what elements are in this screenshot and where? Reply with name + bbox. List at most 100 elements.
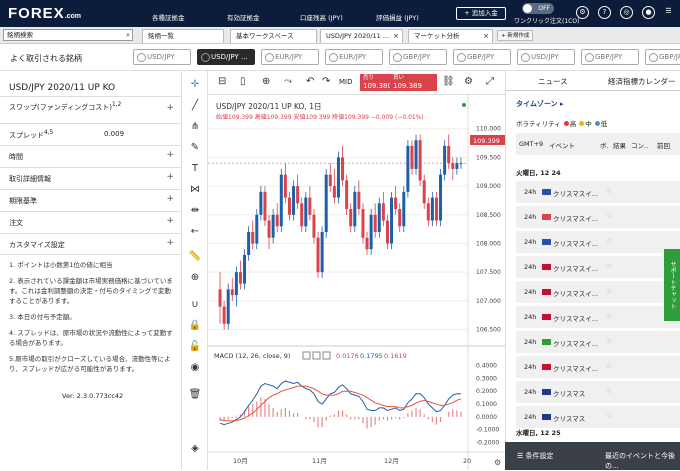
column-header[interactable]: ボ. bbox=[600, 140, 609, 150]
event-row[interactable]: 24h クリスマスイ... ☆ bbox=[516, 331, 680, 353]
close-icon[interactable]: × bbox=[483, 30, 489, 43]
section-orders[interactable]: 注文 + bbox=[0, 211, 182, 233]
star-icon[interactable]: ☆ bbox=[606, 262, 612, 270]
add-funds-button[interactable]: + 追加入金 bbox=[456, 7, 506, 20]
event-row[interactable]: 24h クリスマス ☆ bbox=[516, 381, 680, 403]
section-label: カスタマイズ設定 bbox=[9, 241, 65, 249]
tab-economic-calendar[interactable]: 経済指標カレンダー bbox=[608, 76, 676, 87]
section-expiry[interactable]: 期限基準 + bbox=[0, 189, 182, 211]
pair-button[interactable]: USD/JPY bbox=[517, 49, 575, 65]
pair-button[interactable]: EUR/JPY bbox=[325, 49, 383, 65]
event-row[interactable]: 24h クリスマスイ... ☆ bbox=[516, 356, 680, 378]
support-chat-tab[interactable]: サポートチャット bbox=[664, 249, 680, 321]
crosshair-icon[interactable]: ✛ bbox=[187, 77, 203, 93]
column-header[interactable]: 結果 bbox=[613, 140, 626, 150]
star-icon[interactable]: ☆ bbox=[606, 412, 612, 420]
column-header[interactable]: 前回 bbox=[657, 140, 670, 150]
star-icon[interactable]: ☆ bbox=[606, 362, 612, 370]
magnet-icon[interactable]: ∪ bbox=[187, 297, 203, 313]
candle bbox=[226, 289, 230, 324]
search-input[interactable]: 銘柄検索 ⌕ bbox=[3, 29, 133, 41]
user-icon[interactable]: ● bbox=[642, 6, 655, 19]
new-tab-button[interactable]: + 新規作成 bbox=[497, 30, 534, 41]
trendline-icon[interactable]: ╱ bbox=[187, 98, 203, 114]
link-icon[interactable]: ⛓ bbox=[442, 76, 455, 87]
layers-icon[interactable]: ◈ bbox=[187, 441, 203, 457]
logo[interactable]: FOREX.com bbox=[8, 5, 81, 22]
pair-button[interactable]: EUR/JPY bbox=[261, 49, 319, 65]
compare-icon[interactable]: ⤳ bbox=[284, 76, 292, 87]
price-chart[interactable]: 109.399 110.000 109.500 109.000 108.500 108.… bbox=[208, 95, 505, 470]
tab-usdjpy[interactable]: USD/JPY 2020/11 ... × bbox=[320, 29, 403, 43]
expand-icon[interactable]: + bbox=[166, 150, 174, 160]
pair-button[interactable]: GBP/JPY bbox=[389, 49, 447, 65]
undo-icon[interactable]: ↶ bbox=[306, 76, 314, 87]
globe-icon[interactable]: ◎ bbox=[620, 6, 633, 19]
tab-market-analysis[interactable]: マーケット分析 × bbox=[408, 29, 493, 43]
expand-icon[interactable]: + bbox=[166, 194, 174, 204]
filter-button[interactable]: ☰ 条件設定 bbox=[517, 451, 554, 461]
candle bbox=[279, 174, 283, 227]
settings-icon[interactable]: ⚙ bbox=[576, 6, 589, 19]
buy-button[interactable]: 買い 109.389 bbox=[390, 74, 437, 91]
help-icon[interactable]: ? bbox=[598, 6, 611, 19]
expand-icon[interactable]: + bbox=[166, 216, 174, 226]
star-icon[interactable]: ☆ bbox=[606, 287, 612, 295]
star-icon[interactable]: ☆ bbox=[606, 187, 612, 195]
column-header[interactable]: コン.. bbox=[631, 140, 648, 150]
close-icon[interactable]: × bbox=[393, 30, 399, 43]
event-row[interactable]: 24h クリスマスイ... ☆ bbox=[516, 256, 680, 278]
event-row[interactable]: 24h クリスマスイ... ☆ bbox=[516, 206, 680, 228]
brush-icon[interactable]: ✎ bbox=[187, 140, 203, 156]
menu-icon[interactable]: ☰ bbox=[662, 6, 675, 19]
layout-icon[interactable]: ⊟ bbox=[218, 76, 226, 87]
column-header[interactable]: イベント bbox=[549, 140, 575, 150]
lock-icon[interactable]: 🔒 bbox=[187, 318, 203, 334]
section-customize[interactable]: カスタマイズ設定 + bbox=[0, 233, 182, 255]
mid-label[interactable]: MID bbox=[339, 78, 353, 86]
pair-button[interactable]: USD/JPY bbox=[133, 49, 191, 65]
pattern-icon[interactable]: ⋈ bbox=[187, 182, 203, 198]
eye-icon[interactable]: ◉ bbox=[187, 360, 203, 376]
pair-button[interactable]: GBP/JPY bbox=[645, 49, 680, 65]
chart-settings-icon[interactable]: ⚙ bbox=[494, 458, 501, 467]
expand-icon[interactable]: + bbox=[166, 172, 174, 182]
column-header[interactable]: GMT+9 bbox=[519, 140, 543, 148]
add-indicator-icon[interactable]: ⊕ bbox=[262, 76, 270, 87]
fullscreen-icon[interactable]: ⤢ bbox=[486, 76, 494, 87]
ruler-icon[interactable]: ⇹ bbox=[187, 203, 203, 219]
star-icon[interactable]: ☆ bbox=[606, 212, 612, 220]
section-trade-details[interactable]: 取引詳細情報 + bbox=[0, 167, 182, 189]
event-row[interactable]: 24h クリスマスイ... ☆ bbox=[516, 231, 680, 253]
recent-events-button[interactable]: 最近のイベントと今後の... bbox=[605, 451, 680, 471]
pair-button[interactable]: GBP/JPY bbox=[581, 49, 639, 65]
settings-icon[interactable]: ⚙ bbox=[464, 76, 473, 87]
pair-button-active[interactable]: USD/JPY ... bbox=[197, 49, 255, 65]
measure-icon[interactable]: 📏 bbox=[187, 249, 203, 265]
trash-icon[interactable]: 🗑 bbox=[187, 387, 203, 403]
star-icon[interactable]: ☆ bbox=[606, 337, 612, 345]
zoom-in-icon[interactable]: ⊕ bbox=[187, 270, 203, 286]
tab-watchlist[interactable]: 銘柄一覧 bbox=[142, 29, 224, 43]
redo-icon[interactable]: ↷ bbox=[322, 76, 330, 87]
oneclick-toggle[interactable]: OFF bbox=[522, 3, 554, 14]
star-icon[interactable]: ☆ bbox=[606, 237, 612, 245]
pair-button[interactable]: GBP/JPY bbox=[453, 49, 511, 65]
interval-icon[interactable]: ▯ bbox=[240, 76, 246, 87]
event-row[interactable]: 24h クリスマスイ... ☆ bbox=[516, 181, 680, 203]
back-arrow-icon[interactable]: ← bbox=[187, 224, 203, 240]
section-time[interactable]: 時間 + bbox=[0, 145, 182, 167]
star-icon[interactable]: ☆ bbox=[606, 312, 612, 320]
event-row[interactable]: 24h クリスマスイ... ☆ bbox=[516, 306, 680, 328]
timezone-selector[interactable]: タイムゾーン ▸ bbox=[516, 99, 563, 109]
fork-icon[interactable]: ⋔ bbox=[187, 119, 203, 135]
event-row[interactable]: 24h クリスマスイ... ☆ bbox=[516, 281, 680, 303]
unlock-icon[interactable]: 🔓 bbox=[187, 339, 203, 355]
expand-icon[interactable]: + bbox=[166, 238, 174, 248]
event-row[interactable]: 24h クリスマス ☆ bbox=[516, 406, 680, 428]
tab-news[interactable]: ニュース bbox=[538, 76, 568, 87]
star-icon[interactable]: ☆ bbox=[606, 387, 612, 395]
expand-icon[interactable]: + bbox=[166, 103, 174, 113]
text-icon[interactable]: T bbox=[187, 161, 203, 177]
tab-workspace[interactable]: 基本ワークスペース bbox=[230, 29, 317, 43]
